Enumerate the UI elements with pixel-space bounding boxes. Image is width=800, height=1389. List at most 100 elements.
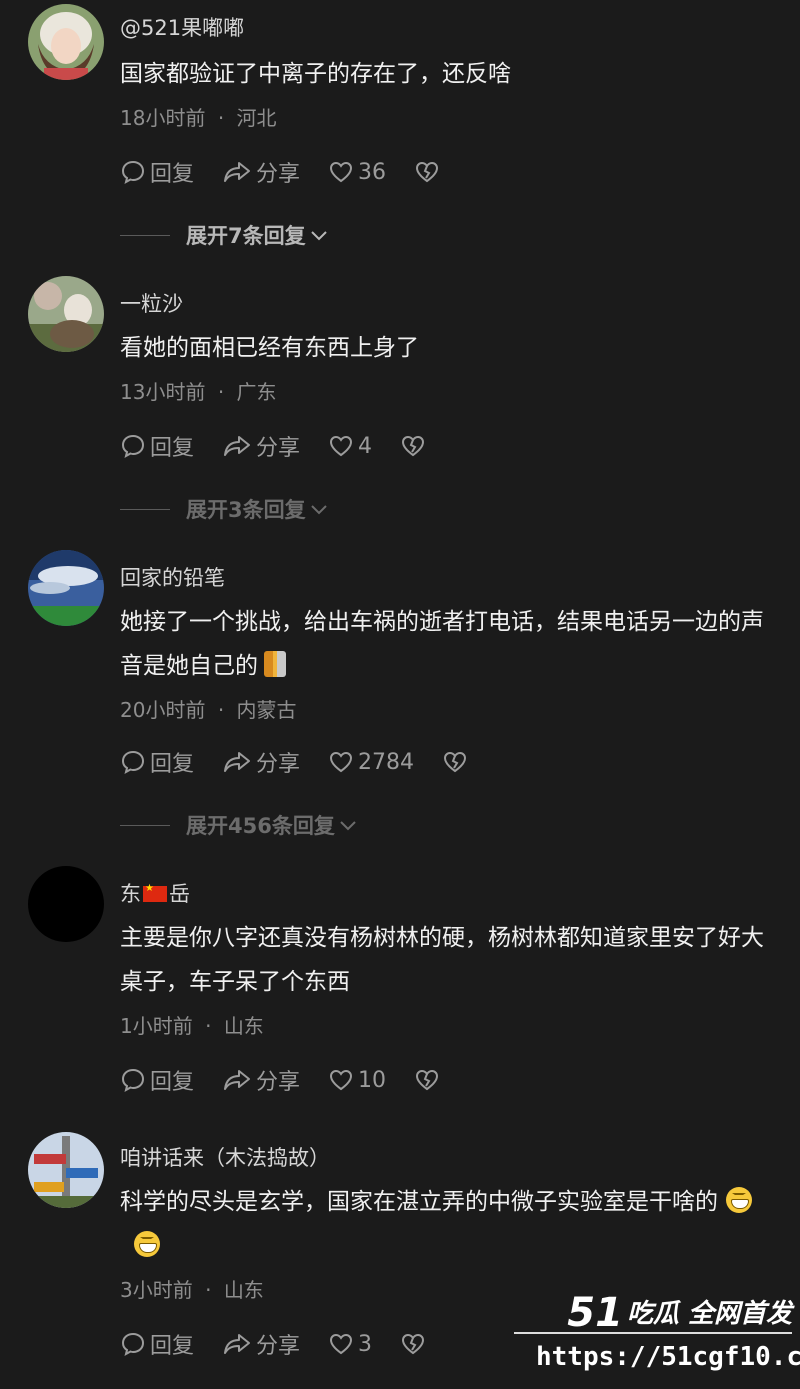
share-label: 分享	[256, 162, 301, 187]
comment-bubble-icon	[121, 1068, 145, 1092]
share-label: 分享	[256, 752, 301, 777]
dislike-button[interactable]	[414, 159, 444, 185]
expand-replies-label: 展开456条回复	[186, 814, 335, 838]
meta-separator: ·	[205, 1014, 212, 1038]
avatar[interactable]	[28, 4, 104, 80]
dislike-button[interactable]	[414, 1067, 444, 1093]
reply-button[interactable]: 回复	[120, 156, 194, 188]
watermark-brand-text: 吃瓜 全网首发	[626, 1299, 792, 1329]
comment-time: 3小时前	[120, 1278, 193, 1302]
reply-label: 回复	[150, 162, 195, 187]
comment-meta: 18小时前 · 河北	[120, 102, 277, 131]
avatar[interactable]	[28, 276, 104, 352]
broken-heart-icon	[444, 751, 467, 773]
username[interactable]: @521果嘟嘟	[120, 12, 244, 42]
share-button[interactable]: 分享	[222, 430, 300, 462]
username[interactable]: 东岳	[120, 878, 190, 908]
watermark-number: 51	[567, 1290, 623, 1336]
share-arrow-icon	[224, 162, 251, 182]
share-button[interactable]: 分享	[222, 1328, 300, 1360]
avatar[interactable]	[28, 550, 104, 626]
grin-emoji-icon	[726, 1187, 752, 1213]
comment-time: 20小时前	[120, 698, 206, 722]
comment-location: 山东	[223, 1278, 264, 1302]
reply-button[interactable]: 回复	[120, 746, 194, 778]
username[interactable]: 一粒沙	[120, 288, 183, 318]
comment-time: 13小时前	[120, 380, 206, 404]
divider-line	[120, 824, 170, 826]
expand-replies-button[interactable]: 展开7条回复	[120, 220, 330, 250]
comment-time: 1小时前	[120, 1014, 193, 1038]
comment-location: 内蒙古	[236, 698, 297, 722]
broken-heart-icon	[416, 161, 439, 183]
comment-time: 18小时前	[120, 106, 206, 130]
comment-bubble-icon	[121, 434, 145, 458]
comment-meta: 1小时前 · 山东	[120, 1010, 264, 1039]
watermark-brand: 51 吃瓜 全网首发	[567, 1290, 792, 1336]
like-count: 36	[358, 159, 387, 185]
comment-text-body: 她接了一个挑战，给出车祸的逝者打电话，结果电话另一边的声音是她自己的	[120, 609, 764, 679]
expand-replies-label: 展开3条回复	[186, 498, 306, 522]
comment-actions: 回复 分享 2784	[120, 746, 500, 778]
comment-actions: 回复 分享 36	[120, 156, 472, 188]
comment-bubble-icon	[121, 1332, 145, 1356]
reply-label: 回复	[150, 1070, 195, 1095]
dislike-button[interactable]	[400, 433, 430, 459]
candle-emoji-icon	[264, 651, 286, 677]
like-button[interactable]: 36	[328, 159, 386, 185]
expand-replies-button[interactable]: 展开456条回复	[120, 810, 359, 840]
reply-button[interactable]: 回复	[120, 1328, 194, 1360]
meta-separator: ·	[217, 106, 225, 130]
share-label: 分享	[256, 1070, 301, 1095]
avatar[interactable]	[28, 866, 104, 942]
reply-button[interactable]: 回复	[120, 1064, 194, 1096]
avatar[interactable]	[28, 1132, 104, 1208]
comment-meta: 20小时前 · 内蒙古	[120, 694, 297, 723]
comment-location: 山东	[223, 1014, 264, 1038]
like-count: 3	[358, 1331, 373, 1357]
share-label: 分享	[256, 436, 301, 461]
chevron-down-icon	[310, 505, 327, 515]
share-button[interactable]: 分享	[222, 156, 300, 188]
comment-meta: 3小时前 · 山东	[120, 1274, 264, 1303]
comment-text: 她接了一个挑战，给出车祸的逝者打电话，结果电话另一边的声音是她自己的	[120, 600, 780, 688]
like-button[interactable]: 2784	[328, 749, 414, 775]
share-arrow-icon	[224, 1070, 251, 1090]
username[interactable]: 咱讲话来（木法捣故）	[120, 1142, 330, 1172]
watermark-divider	[514, 1332, 792, 1334]
reply-label: 回复	[150, 752, 195, 777]
like-count: 2784	[358, 749, 415, 775]
expand-replies-button[interactable]: 展开3条回复	[120, 494, 330, 524]
share-label: 分享	[256, 1334, 301, 1359]
comment-text: 主要是你八字还真没有杨树林的硬，杨树林都知道家里安了好大桌子，车子呆了个东西	[120, 925, 764, 995]
broken-heart-icon	[402, 1333, 425, 1355]
heart-icon	[330, 1069, 353, 1091]
dislike-button[interactable]	[400, 1331, 430, 1357]
comment-meta: 13小时前 · 广东	[120, 376, 277, 405]
heart-icon	[330, 1333, 353, 1355]
comment-location: 河北	[236, 106, 277, 130]
comment-bubble-icon	[121, 160, 145, 184]
username-part: 岳	[169, 882, 190, 906]
like-button[interactable]: 10	[328, 1067, 386, 1093]
share-button[interactable]: 分享	[222, 746, 300, 778]
username-part: 东	[120, 882, 141, 906]
watermark-url: https://51cgf10.com	[536, 1342, 800, 1372]
reply-button[interactable]: 回复	[120, 430, 194, 462]
meta-separator: ·	[217, 380, 225, 404]
comment-text: 科学的尽头是玄学，国家在湛立弄的中微子实验室是干啥的	[120, 1180, 780, 1268]
share-button[interactable]: 分享	[222, 1064, 300, 1096]
chevron-down-icon	[310, 231, 327, 241]
like-count: 10	[358, 1067, 387, 1093]
share-arrow-icon	[224, 752, 251, 772]
username[interactable]: 回家的铅笔	[120, 562, 225, 592]
watermark: 51吃瓜 全网首发 https://51cgf10.com	[510, 1280, 800, 1385]
divider-line	[120, 234, 170, 236]
reply-label: 回复	[150, 436, 195, 461]
dislike-button[interactable]	[442, 749, 472, 775]
like-button[interactable]: 3	[328, 1331, 372, 1357]
like-button[interactable]: 4	[328, 433, 372, 459]
heart-icon	[330, 435, 353, 457]
grin-emoji-icon	[134, 1231, 160, 1257]
comment-text: 看她的面相已经有东西上身了	[120, 335, 419, 361]
